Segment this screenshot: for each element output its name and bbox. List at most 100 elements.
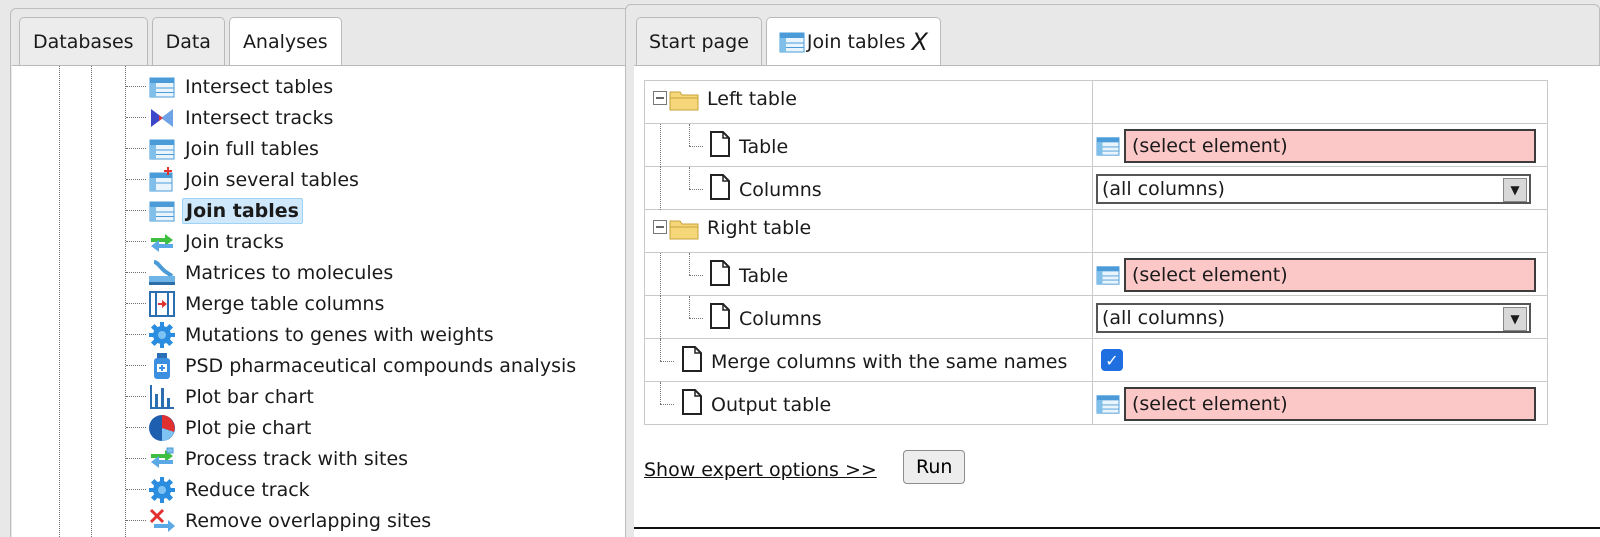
merge-columns-icon xyxy=(148,290,176,318)
pie-chart-icon xyxy=(148,414,176,442)
row-right-table-table: Table (select element) xyxy=(644,252,1548,296)
table-icon xyxy=(1096,135,1120,157)
join-tracks-icon xyxy=(148,228,176,256)
tree-item-plot-pie-chart[interactable]: Plot pie chart xyxy=(126,412,314,443)
right-table-select-field[interactable]: (select element) xyxy=(1124,258,1536,292)
tab-data[interactable]: Data xyxy=(151,17,225,65)
folder-icon xyxy=(669,87,699,111)
collapse-icon[interactable] xyxy=(653,88,667,110)
document-icon xyxy=(681,388,703,421)
dropdown-value: (all columns) xyxy=(1102,178,1225,200)
row-left-table-table: Table (select element) xyxy=(644,123,1548,167)
tree-item-label: Plot bar chart xyxy=(185,385,314,408)
collapse-icon[interactable] xyxy=(653,217,667,239)
output-table-select-field[interactable]: (select element) xyxy=(1124,387,1536,421)
merge-columns-checkbox[interactable]: ✓ xyxy=(1101,349,1123,371)
left-panel: Databases Data Analyses Intersect tables… xyxy=(10,8,630,537)
document-icon xyxy=(709,173,731,206)
table-icon xyxy=(148,135,176,163)
tab-analyses[interactable]: Analyses xyxy=(228,17,342,66)
close-tab-button[interactable]: X xyxy=(912,28,928,56)
tree-item-merge-table-columns[interactable]: Merge table columns xyxy=(126,288,387,319)
tree-item-plot-bar-chart[interactable]: Plot bar chart xyxy=(126,381,317,412)
tree-item-reduce-track[interactable]: Reduce track xyxy=(126,474,313,505)
bottle-icon xyxy=(148,352,176,380)
tree-item-label: Join full tables xyxy=(185,137,319,160)
table-icon xyxy=(148,73,176,101)
table-icon xyxy=(1096,393,1120,415)
right-panel: Start page Join tables X Left table Tabl… xyxy=(625,4,1600,537)
tree-item-join-full-tables[interactable]: Join full tables xyxy=(126,133,322,164)
tree-item-mutations-to-genes[interactable]: Mutations to genes with weights xyxy=(126,319,497,350)
tab-start-page[interactable]: Start page xyxy=(636,17,762,65)
row-left-table: Left table xyxy=(644,80,1548,124)
tree-item-label: Plot pie chart xyxy=(185,416,312,439)
tree-item-label: Process track with sites xyxy=(185,447,409,470)
property-label: Table xyxy=(739,264,789,287)
tab-databases[interactable]: Databases xyxy=(19,17,148,65)
table-add-icon xyxy=(148,166,176,194)
tab-label: Join tables xyxy=(806,31,906,53)
left-table-select-field[interactable]: (select element) xyxy=(1124,129,1536,163)
folder-icon xyxy=(669,216,699,240)
table-icon xyxy=(779,30,805,54)
tree-item-label: Join several tables xyxy=(185,168,359,191)
remove-sites-icon xyxy=(148,507,176,535)
right-columns-dropdown[interactable]: (all columns) ▼ xyxy=(1096,303,1531,333)
left-tabbar: Databases Data Analyses xyxy=(19,17,342,66)
tree-item-label: Join tables xyxy=(182,197,303,224)
gear-icon xyxy=(148,476,176,504)
chevron-down-icon[interactable]: ▼ xyxy=(1503,178,1527,202)
run-button[interactable]: Run xyxy=(903,450,966,484)
document-icon xyxy=(681,345,703,378)
tree-item-intersect-tracks[interactable]: Intersect tracks xyxy=(126,102,336,133)
tree-item-join-several-tables[interactable]: Join several tables xyxy=(126,164,362,195)
gear-icon xyxy=(148,321,176,349)
document-icon xyxy=(709,302,731,335)
dropdown-value: (all columns) xyxy=(1102,307,1225,329)
tree-item-matrices-to-molecules[interactable]: Matrices to molecules xyxy=(126,257,396,288)
bar-chart-icon xyxy=(148,383,176,411)
tree-item-label: Mutations to genes with weights xyxy=(185,323,494,346)
document-icon xyxy=(709,259,731,292)
property-label: Columns xyxy=(739,307,822,330)
tree-item-label: Matrices to molecules xyxy=(185,261,394,284)
show-expert-options-link[interactable]: Show expert options >> xyxy=(644,459,877,481)
row-output-table: Output table (select element) xyxy=(644,381,1548,425)
chevron-down-icon[interactable]: ▼ xyxy=(1503,307,1527,331)
property-label: Columns xyxy=(739,178,822,201)
tree-item-label: Intersect tables xyxy=(185,75,334,98)
group-label: Right table xyxy=(707,217,812,239)
tree-item-process-track[interactable]: Process track with sites xyxy=(126,443,411,474)
document-icon xyxy=(709,130,731,163)
tree-item-label: Join tracks xyxy=(185,230,284,253)
join-tables-form: Left table Table (select element) Column… xyxy=(634,65,1600,537)
row-merge-columns: Merge columns with the same names ✓ xyxy=(644,338,1548,382)
row-left-table-columns: Columns (all columns) ▼ xyxy=(644,166,1548,210)
property-label: Output table xyxy=(711,393,832,416)
property-label: Merge columns with the same names xyxy=(711,350,1068,373)
tree-item-label: PSD pharmaceutical compounds analysis xyxy=(185,354,577,377)
left-columns-dropdown[interactable]: (all columns) ▼ xyxy=(1096,174,1531,204)
divider xyxy=(634,527,1600,529)
row-right-table: Right table xyxy=(644,209,1548,253)
tree-item-label: Remove overlapping sites xyxy=(185,509,432,532)
row-right-table-columns: Columns (all columns) ▼ xyxy=(644,295,1548,339)
table-icon xyxy=(1096,264,1120,286)
analyses-tree[interactable]: Intersect tables Intersect tracks Join f… xyxy=(12,65,628,537)
process-track-icon xyxy=(148,445,176,473)
matrices-icon xyxy=(148,259,176,287)
tree-item-label: Merge table columns xyxy=(185,292,385,315)
property-grid: Left table Table (select element) Column… xyxy=(644,80,1548,425)
tree-item-join-tracks[interactable]: Join tracks xyxy=(126,226,287,257)
tree-item-label: Intersect tracks xyxy=(185,106,334,129)
document-tabbar: Start page Join tables X xyxy=(636,17,941,66)
table-icon xyxy=(148,197,176,225)
tree-item-join-tables[interactable]: Join tables xyxy=(126,195,303,226)
tree-item-label: Reduce track xyxy=(185,478,310,501)
tree-item-psd-compounds[interactable]: PSD pharmaceutical compounds analysis xyxy=(126,350,579,381)
tree-item-intersect-tables[interactable]: Intersect tables xyxy=(126,71,336,102)
intersect-tracks-icon xyxy=(148,104,176,132)
tab-join-tables[interactable]: Join tables X xyxy=(765,17,941,66)
tree-item-remove-overlapping-sites[interactable]: Remove overlapping sites xyxy=(126,505,434,536)
